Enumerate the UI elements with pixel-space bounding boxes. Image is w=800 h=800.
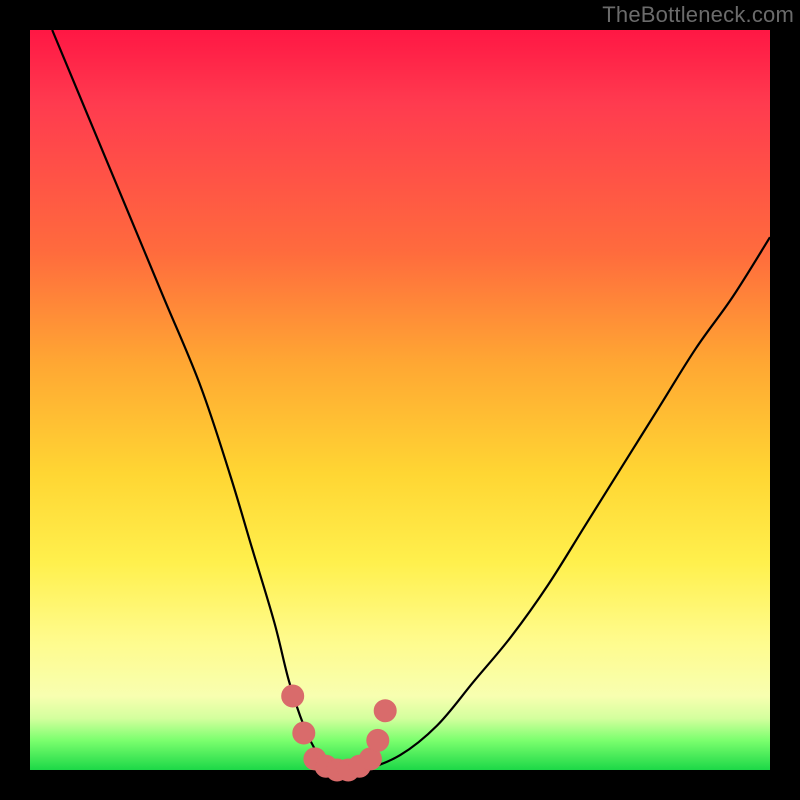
curve-marker [293,722,315,744]
bottleneck-curve-svg [30,30,770,770]
plot-area [30,30,770,770]
watermark-label: TheBottleneck.com [602,2,794,28]
chart-frame: TheBottleneck.com [0,0,800,800]
curve-markers [282,685,397,781]
curve-marker [367,729,389,751]
bottleneck-curve-path [52,30,770,771]
curve-marker [282,685,304,707]
curve-marker [374,700,396,722]
